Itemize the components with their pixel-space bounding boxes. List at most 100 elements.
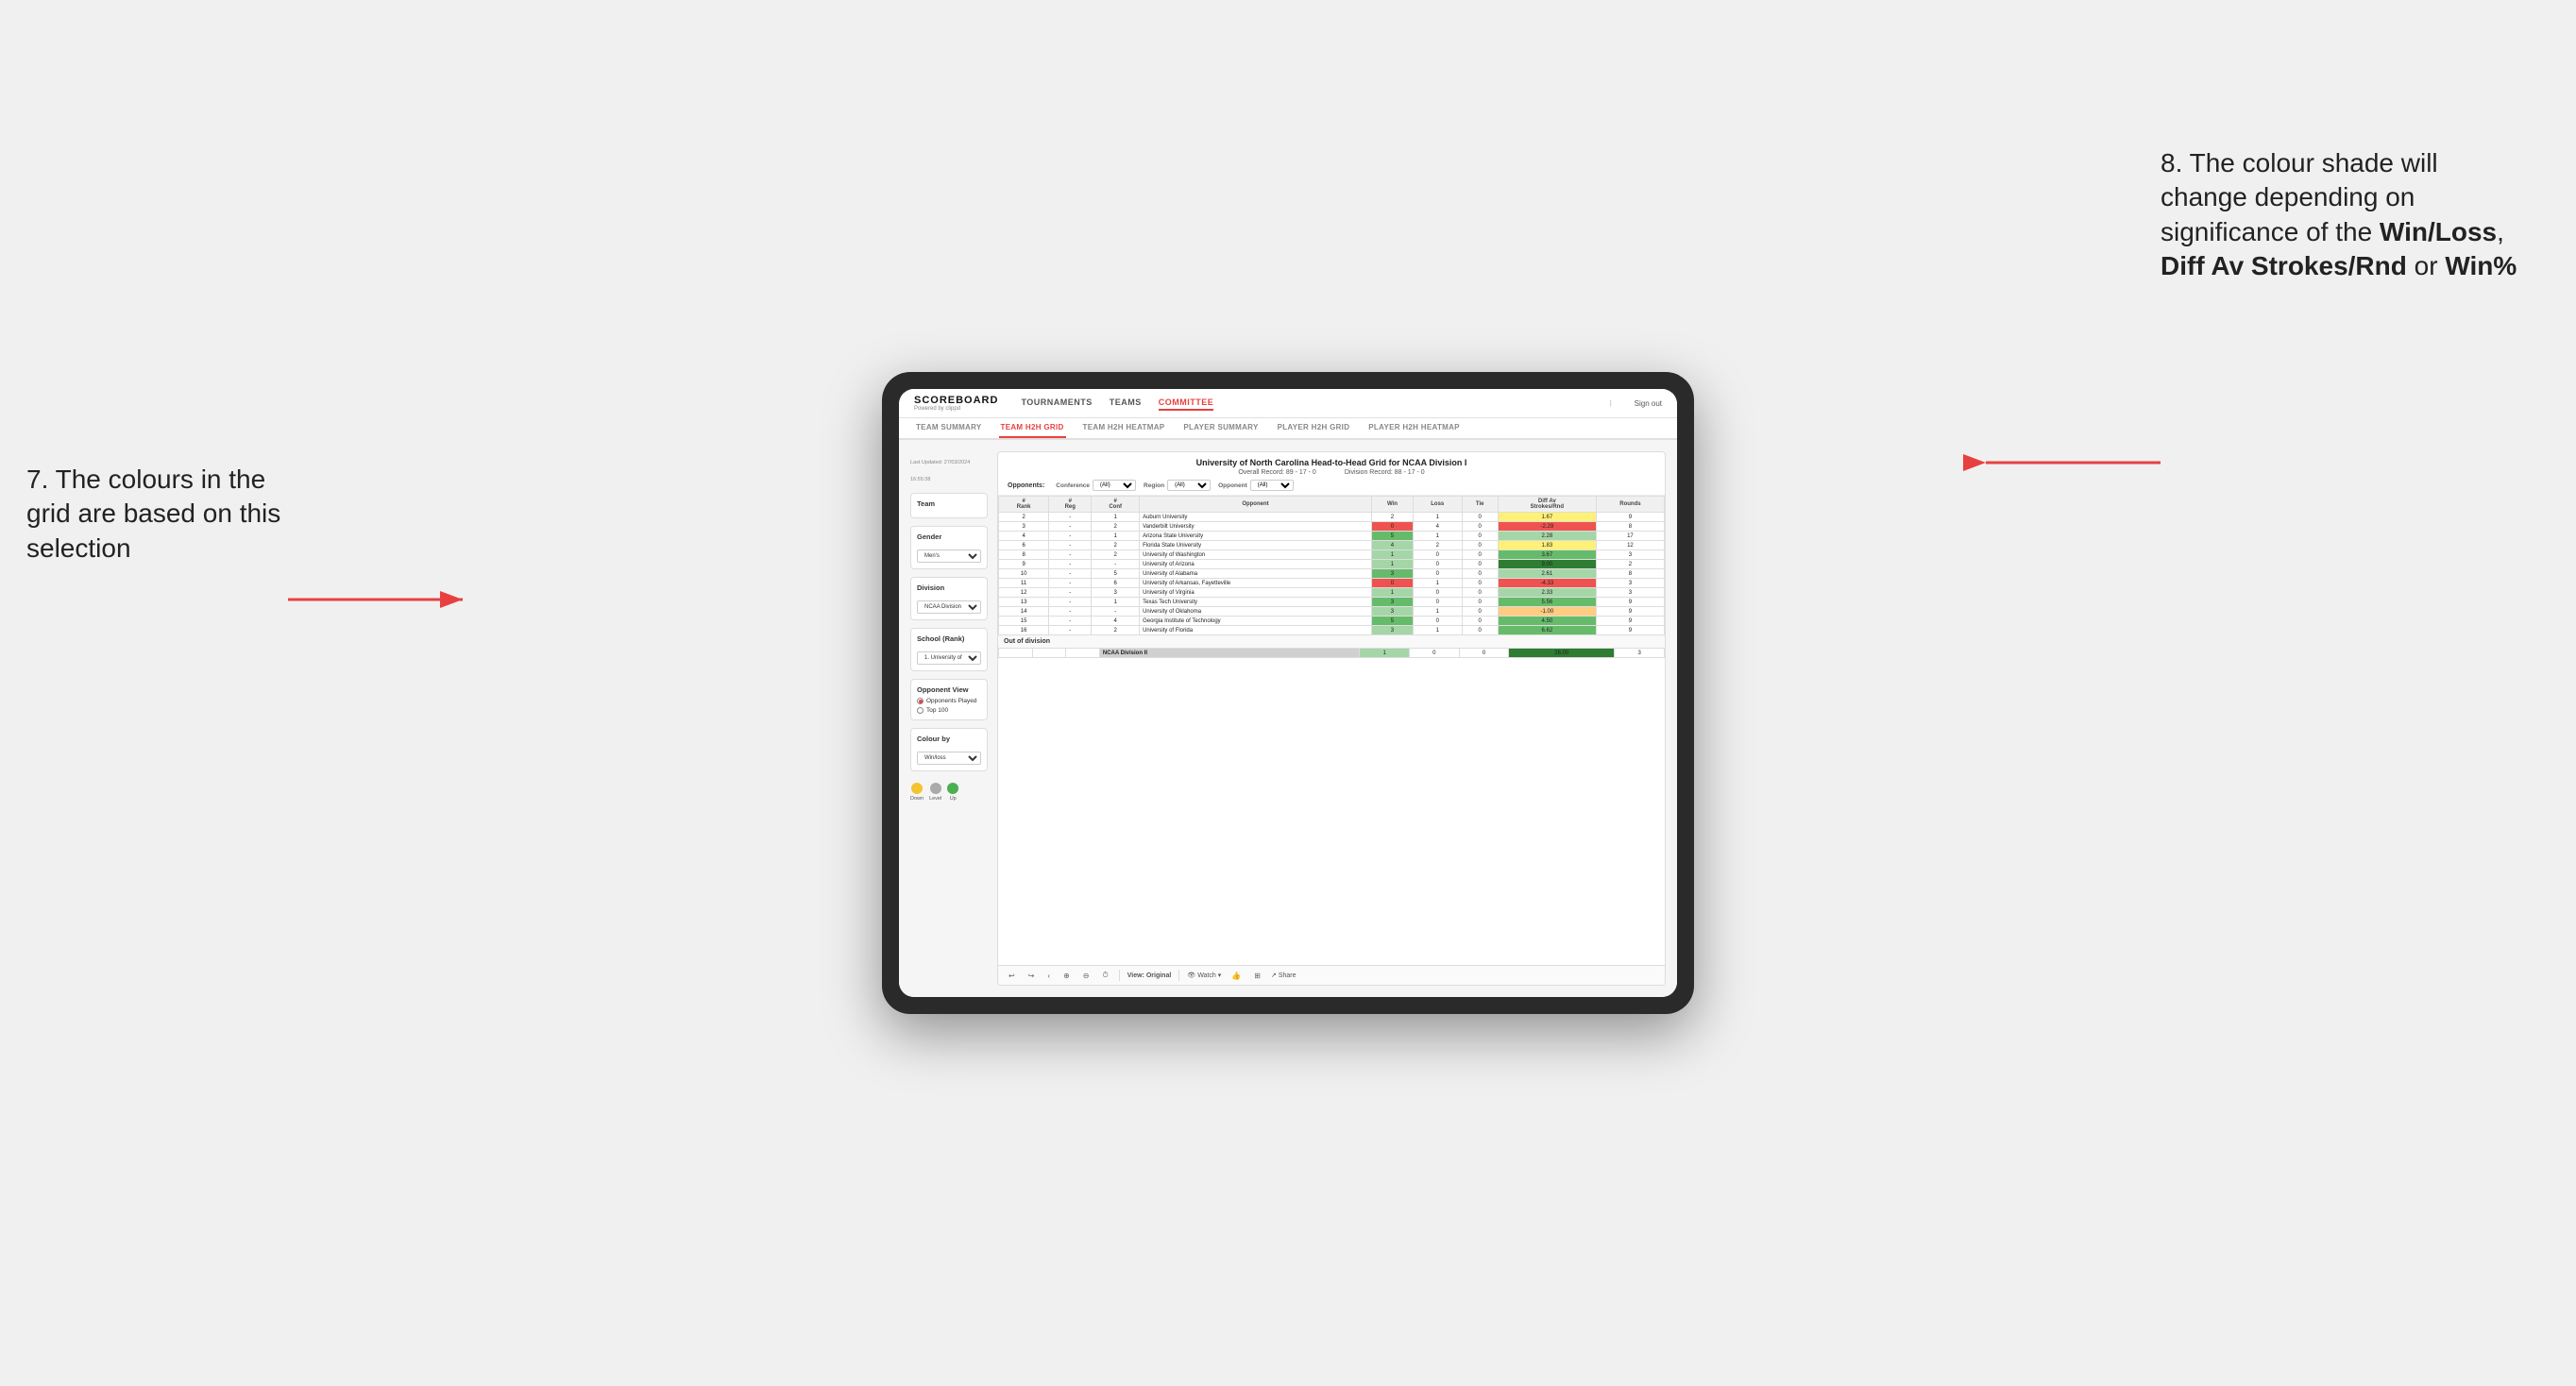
- cell-conf: 5: [1092, 569, 1140, 579]
- table-row: 13 - 1 Texas Tech University 3 0 0 5.56 …: [999, 598, 1665, 607]
- cell-rounds: 9: [1596, 513, 1664, 522]
- cell-loss: 0: [1413, 560, 1462, 569]
- cell-rank: 3: [999, 522, 1049, 532]
- grid-btn[interactable]: ⊞: [1251, 971, 1263, 981]
- view-original[interactable]: View: Original: [1127, 972, 1172, 979]
- toolbar-divider-1: [1119, 970, 1120, 981]
- cell-win: 1: [1371, 588, 1413, 598]
- cell-loss: 0: [1413, 569, 1462, 579]
- cell-tie: 0: [1462, 560, 1498, 569]
- cell-opponent: Georgia Institute of Technology: [1140, 617, 1372, 626]
- cell-reg: -: [1049, 513, 1092, 522]
- gender-select[interactable]: Men's: [917, 549, 981, 563]
- nav-teams[interactable]: TEAMS: [1110, 396, 1142, 411]
- tablet-frame: SCOREBOARD Powered by clippd TOURNAMENTS…: [882, 372, 1694, 1014]
- table-row: 3 - 2 Vanderbilt University 0 4 0 -2.29 …: [999, 522, 1665, 532]
- cell-opponent: Florida State University: [1140, 541, 1372, 550]
- filter-region: Region (All): [1144, 480, 1211, 491]
- cell-win: 0: [1371, 579, 1413, 588]
- add-btn[interactable]: ⊕: [1060, 971, 1073, 981]
- nav-committee[interactable]: COMMITTEE: [1159, 396, 1214, 411]
- cell-rounds: 12: [1596, 541, 1664, 550]
- sub-nav-player-h2h-heatmap[interactable]: PLAYER H2H HEATMAP: [1366, 418, 1462, 438]
- out-division-row: NCAA Division II 1 0 0 26.00 3: [999, 649, 1665, 658]
- col-rounds: Rounds: [1596, 497, 1664, 513]
- sign-out-link[interactable]: Sign out: [1635, 399, 1662, 408]
- cell-loss: 1: [1413, 579, 1462, 588]
- cell-win: 1: [1371, 560, 1413, 569]
- undo-btn[interactable]: ↩: [1006, 971, 1018, 981]
- table-row: 2 - 1 Auburn University 2 1 0 1.67 9: [999, 513, 1665, 522]
- legend: Down Level Up: [910, 783, 988, 802]
- grid-title: University of North Carolina Head-to-Hea…: [1008, 458, 1655, 467]
- cell-win: 5: [1371, 617, 1413, 626]
- cell-tie: 0: [1462, 579, 1498, 588]
- cell-rank: 11: [999, 579, 1049, 588]
- cell-rounds: 8: [1596, 569, 1664, 579]
- division-select[interactable]: NCAA Division I: [917, 600, 981, 614]
- table-row: 4 - 1 Arizona State University 5 1 0 2.2…: [999, 532, 1665, 541]
- cell-tie: 0: [1462, 522, 1498, 532]
- sub-nav-team-h2h-heatmap[interactable]: TEAM H2H HEATMAP: [1081, 418, 1167, 438]
- colour-by-select[interactable]: Win/loss: [917, 752, 981, 765]
- cell-rank: 14: [999, 607, 1049, 617]
- col-loss: Loss: [1413, 497, 1462, 513]
- cell-tie: 0: [1462, 532, 1498, 541]
- cell-conf: 1: [1092, 532, 1140, 541]
- cell-rank: 4: [999, 532, 1049, 541]
- sub-nav-team-h2h-grid[interactable]: TEAM H2H GRID: [999, 418, 1066, 438]
- arrow-right: [1972, 439, 2161, 486]
- school-label: School (Rank): [917, 634, 981, 643]
- radio-opponents-played[interactable]: Opponents Played: [917, 698, 981, 704]
- legend-up-circle: [947, 783, 958, 794]
- nav-back-btn[interactable]: ‹: [1044, 971, 1053, 981]
- thumbs-btn[interactable]: 👍: [1229, 971, 1244, 981]
- nav-tournaments[interactable]: TOURNAMENTS: [1021, 396, 1092, 411]
- cell-reg: -: [1049, 569, 1092, 579]
- legend-level-circle: [930, 783, 941, 794]
- col-rank: #Rank: [999, 497, 1049, 513]
- table-row: 6 - 2 Florida State University 4 2 0 1.8…: [999, 541, 1665, 550]
- opponent-filter-label: Opponent: [1218, 482, 1247, 489]
- col-diff: Diff AvStrokes/Rnd: [1498, 497, 1596, 513]
- legend-down: Down: [910, 783, 924, 802]
- cell-conf: 3: [1092, 588, 1140, 598]
- right-panel: University of North Carolina Head-to-Hea…: [997, 451, 1666, 986]
- cell-tie: 0: [1462, 617, 1498, 626]
- cell-conf: -: [1092, 560, 1140, 569]
- col-reg: #Reg: [1049, 497, 1092, 513]
- cell-win: 1: [1371, 550, 1413, 560]
- minus-btn[interactable]: ⊖: [1080, 971, 1093, 981]
- cell-opponent: Vanderbilt University: [1140, 522, 1372, 532]
- watch-btn[interactable]: 👁 Watch ▾: [1187, 972, 1221, 979]
- col-opponent: Opponent: [1140, 497, 1372, 513]
- cell-opponent: University of Washington: [1140, 550, 1372, 560]
- sub-nav-player-summary[interactable]: PLAYER SUMMARY: [1181, 418, 1260, 438]
- grid-records: Overall Record: 89 - 17 - 0 Division Rec…: [1008, 469, 1655, 476]
- sub-nav-team-summary[interactable]: TEAM SUMMARY: [914, 418, 984, 438]
- cell-opponent: University of Virginia: [1140, 588, 1372, 598]
- radio-top100[interactable]: Top 100: [917, 707, 981, 714]
- cell-reg: -: [1049, 607, 1092, 617]
- cell-win: 5: [1371, 532, 1413, 541]
- cell-diff: -2.29: [1498, 522, 1596, 532]
- school-select[interactable]: 1. University of Nort...: [917, 651, 981, 665]
- cell-reg: -: [1049, 626, 1092, 635]
- opponent-filter-select[interactable]: (All): [1250, 480, 1294, 491]
- share-btn[interactable]: ↗ Share: [1271, 972, 1296, 979]
- clock-btn[interactable]: ⏱: [1099, 970, 1110, 981]
- cell-rank: 2: [999, 513, 1049, 522]
- cell-rank: 10: [999, 569, 1049, 579]
- redo-btn[interactable]: ↪: [1025, 971, 1038, 981]
- out-of-division-header: Out of division: [998, 635, 1665, 648]
- cell-rounds: 2: [1596, 560, 1664, 569]
- cell-win: 2: [1371, 513, 1413, 522]
- cell-rank: 16: [999, 626, 1049, 635]
- region-filter-select[interactable]: (All): [1167, 480, 1211, 491]
- conference-filter-select[interactable]: (All): [1093, 480, 1136, 491]
- cell-reg: -: [1049, 541, 1092, 550]
- cell-rounds: 8: [1596, 522, 1664, 532]
- team-section: Team: [910, 493, 988, 518]
- sub-nav-player-h2h-grid[interactable]: PLAYER H2H GRID: [1276, 418, 1352, 438]
- table-row: 9 - - University of Arizona 1 0 0 9.00 2: [999, 560, 1665, 569]
